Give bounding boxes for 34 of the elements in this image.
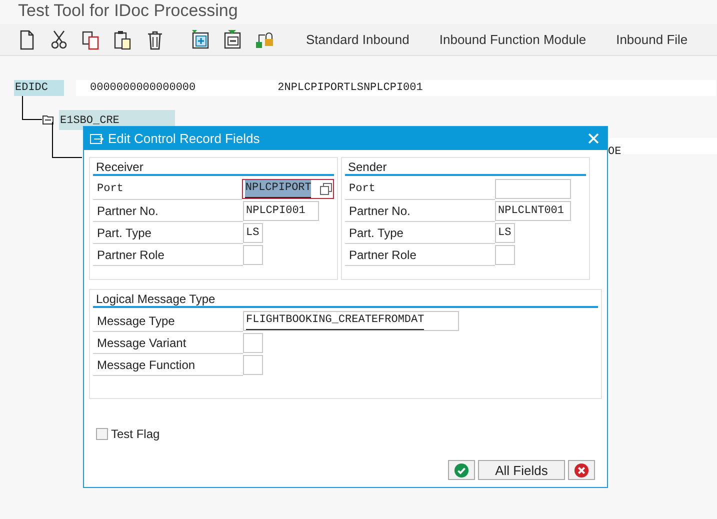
input-field[interactable]: NPLCLNT001: [495, 201, 571, 221]
table-cell-text: OE: [607, 146, 622, 158]
edit-icon: [90, 132, 104, 144]
input-field[interactable]: [495, 179, 571, 199]
cancel-icon[interactable]: [574, 462, 589, 478]
input-field[interactable]: LS: [243, 223, 263, 243]
input-field[interactable]: LS: [495, 223, 515, 243]
input-field[interactable]: NPLCPIPORT: [242, 179, 334, 199]
checkbox[interactable]: [96, 428, 108, 440]
input-field[interactable]: [495, 245, 515, 265]
input-field[interactable]: NPLCPI001: [243, 201, 319, 221]
input-field[interactable]: [243, 245, 263, 265]
toolbar-button[interactable]: Inbound Function Module: [439, 30, 586, 50]
checkbox-label: Test Flag: [111, 426, 160, 443]
tree-connector: [22, 96, 42, 120]
window-title: Test Tool for IDoc Processing: [18, 1, 238, 21]
group-title: Logical Message Type: [93, 290, 598, 308]
node-label[interactable]: EDIDC: [14, 80, 64, 96]
input-field[interactable]: FLIGHTBOOKING_CREATEFROMDAT: [243, 311, 459, 331]
checkmark-icon[interactable]: [454, 462, 469, 478]
table-cell-text: 2NPLCPIPORTLSNPLCPI001: [278, 80, 423, 96]
confirm-button[interactable]: [448, 460, 475, 480]
group-title: Sender: [345, 158, 586, 176]
input-field[interactable]: [243, 355, 263, 375]
toolbar-button[interactable]: Standard Inbound: [306, 30, 410, 50]
all-fields-button[interactable]: All Fields: [478, 460, 565, 480]
input-field[interactable]: [243, 333, 263, 353]
table-cell-text: 0000000000000000: [90, 80, 196, 96]
folder-icon: [42, 115, 54, 125]
cancel-button[interactable]: [568, 460, 595, 480]
value-help-icon[interactable]: [320, 183, 332, 195]
toolbar-button[interactable]: Inbound File: [616, 30, 688, 50]
dialog-title: Edit Control Record Fields: [108, 130, 260, 148]
group-title: Receiver: [93, 158, 334, 176]
